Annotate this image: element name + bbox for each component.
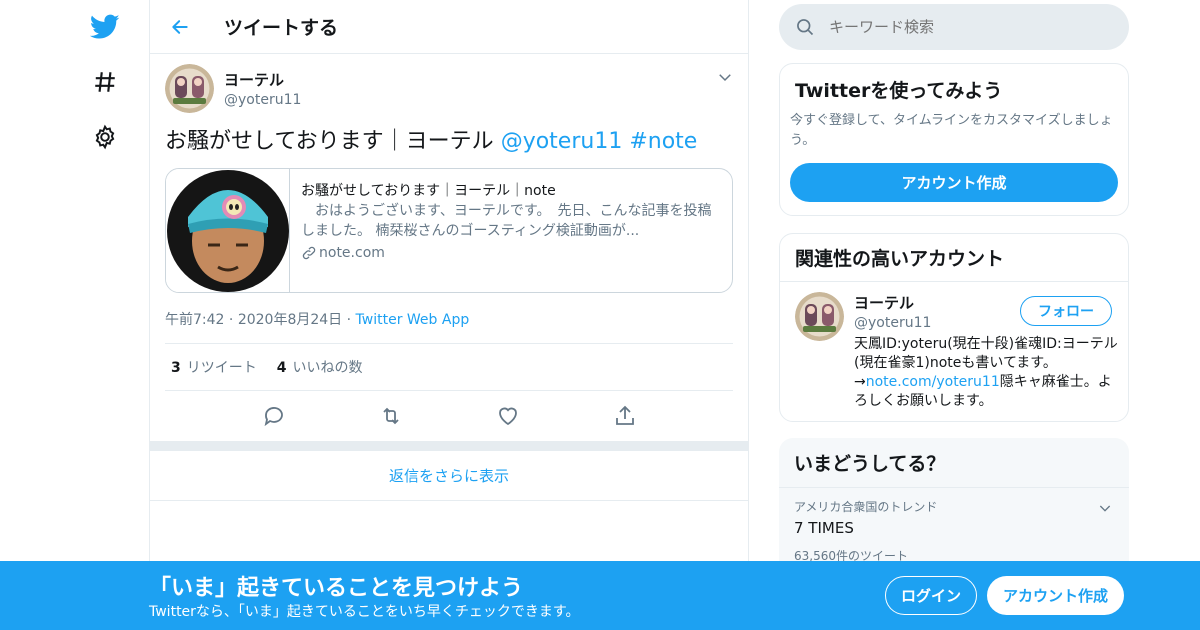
tweet-time[interactable]: 午前7:42 [165, 312, 224, 328]
bio-link[interactable]: note.com/yoteru11 [866, 374, 1000, 390]
retweet-stat[interactable]: 3 リツイート [171, 357, 257, 377]
tweet-detail: ヨーテル @yoteru11 お騒がせしております｜ヨーテル @yoteru11… [150, 54, 748, 441]
explore-hashtag-icon[interactable] [80, 57, 130, 107]
settings-gear-icon[interactable] [80, 112, 130, 162]
tweet-text: お騒がせしております｜ヨーテル @yoteru11 #note [165, 128, 733, 156]
left-nav [80, 0, 130, 630]
trend-context: アメリカ合衆国のトレンド [794, 500, 938, 514]
retweet-label: リツイート [186, 360, 257, 376]
like-label: いいねの数 [292, 360, 363, 376]
banner-title: 「いま」起きていることを見つけよう [149, 576, 524, 601]
meta-dot: · [346, 312, 356, 328]
meta-dot: · [228, 312, 238, 328]
mention-link[interactable]: @yoteru11 [501, 129, 623, 154]
tweet-source[interactable]: Twitter Web App [356, 312, 470, 328]
card-description: おはようございます、ヨーテルです。 先日、こんな記事を投稿しました。 楠栞桜さん… [301, 203, 712, 239]
chevron-down-icon[interactable] [716, 68, 734, 86]
tweet-date[interactable]: 2020年8月24日 [238, 312, 342, 328]
retweet-icon[interactable] [379, 404, 403, 428]
card-domain-text: note.com [319, 245, 385, 261]
search-input[interactable] [829, 18, 1099, 36]
related-accounts-box: 関連性の高いアカウント ヨーテル @yoteru11 フォロー 天鳳ID:yot… [779, 233, 1129, 422]
card-title: お騒がせしております｜ヨーテル｜note [301, 183, 556, 199]
card-image [166, 169, 290, 292]
signup-banner: 「いま」起きていることを見つけよう Twitterなら、「いま」起きていることを… [0, 561, 1200, 630]
banner-subtitle: Twitterなら、「いま」起きていることをいち早くチェックできます。 [149, 604, 580, 620]
hashtag-link[interactable]: #note [629, 129, 697, 154]
link-icon [302, 246, 316, 260]
related-handle[interactable]: @yoteru11 [854, 315, 931, 331]
tweet-stats: 3 リツイート 4 いいねの数 [165, 343, 733, 391]
search-bar[interactable] [779, 4, 1129, 50]
related-bio: 天鳳ID:yoteru(現在十段)雀魂ID:ヨーテル(現在雀豪1)noteも書い… [854, 335, 1118, 411]
login-button[interactable]: ログイン [885, 576, 977, 615]
reply-icon[interactable] [262, 404, 286, 428]
trends-box: いまどうしてる？ アメリカ合衆国のトレンド 7 TIMES 63,560件のツイ… [779, 438, 1129, 578]
tweet-body: お騒がせしております｜ヨーテル [165, 129, 494, 154]
chevron-down-icon[interactable] [1097, 500, 1113, 516]
show-more-replies-link[interactable]: 返信をさらに表示 [150, 451, 748, 501]
search-icon [797, 19, 814, 36]
signup-title: Twitterを使ってみよう [795, 80, 1003, 102]
retweet-count: 3 [171, 360, 181, 376]
like-count: 4 [276, 360, 287, 376]
trends-title: いまどうしてる？ [779, 438, 1129, 488]
share-icon[interactable] [613, 404, 637, 428]
like-stat[interactable]: 4 いいねの数 [277, 357, 363, 377]
author-name[interactable]: ヨーテル [224, 69, 301, 90]
trend-name: 7 TIMES [794, 519, 854, 537]
follow-button[interactable]: フォロー [1020, 296, 1112, 326]
section-divider [150, 441, 748, 451]
avatar[interactable] [165, 63, 214, 113]
related-title: 関連性の高いアカウント [780, 234, 1128, 282]
banner-signup-button[interactable]: アカウント作成 [987, 576, 1124, 615]
card-domain: note.com [301, 245, 720, 261]
like-heart-icon[interactable] [496, 404, 520, 428]
signup-button[interactable]: アカウント作成 [790, 163, 1118, 202]
back-arrow-icon[interactable] [150, 0, 210, 54]
sidebar: Twitterを使ってみよう 今すぐ登録して、タイムラインをカスタマイズしましょ… [779, 0, 1129, 578]
main-column: ツイートする ヨーテル @yoteru11 お騒がせしております｜ヨーテル @y… [149, 0, 749, 630]
related-name[interactable]: ヨーテル [854, 292, 931, 313]
signup-text: 今すぐ登録して、タイムラインをカスタマイズしましょう。 [790, 113, 1113, 148]
page-header: ツイートする [150, 0, 748, 54]
tweet-meta: 午前7:42 · 2020年8月24日 · Twitter Web App [165, 309, 733, 329]
avatar[interactable] [795, 292, 844, 341]
link-card[interactable]: お騒がせしております｜ヨーテル｜note おはようございます、ヨーテルです。 先… [165, 168, 733, 293]
tweet-actions [165, 391, 733, 441]
page-title: ツイートする [224, 17, 339, 39]
signup-box: Twitterを使ってみよう 今すぐ登録して、タイムラインをカスタマイズしましょ… [779, 63, 1129, 216]
twitter-logo-icon[interactable] [80, 2, 130, 52]
tweet-author[interactable]: ヨーテル @yoteru11 [165, 63, 733, 113]
author-handle[interactable]: @yoteru11 [224, 92, 301, 108]
related-account: ヨーテル @yoteru11 フォロー 天鳳ID:yoteru(現在十段)雀魂I… [780, 282, 1128, 421]
